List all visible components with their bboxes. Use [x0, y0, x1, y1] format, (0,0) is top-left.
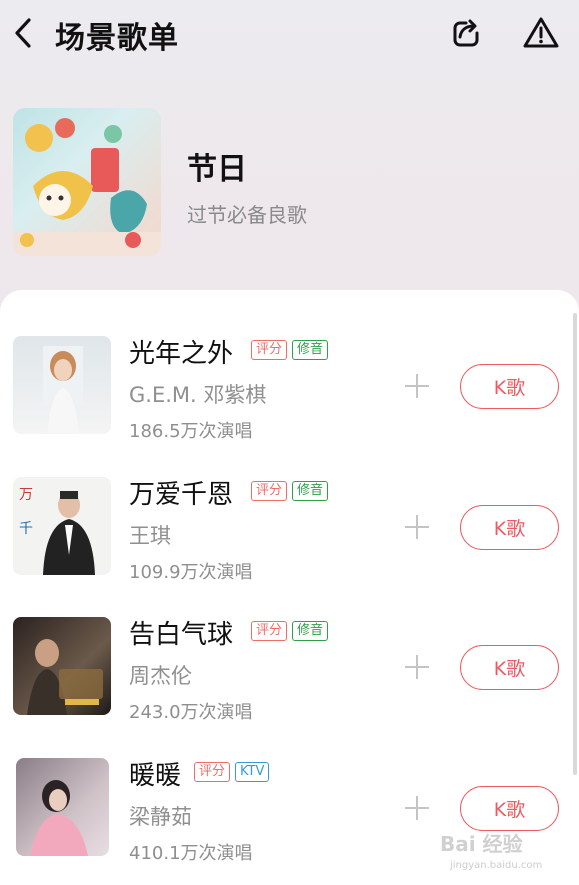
- song-row[interactable]: 光年之外 评分 修音 G.E.M. 邓紫棋 186.5万次演唱 K歌: [0, 336, 579, 446]
- play-count: 410.1万次演唱: [129, 843, 253, 864]
- song-tags: 评分 修音: [251, 621, 329, 641]
- share-button[interactable]: [448, 15, 484, 51]
- song-title: 光年之外: [129, 339, 234, 369]
- add-icon[interactable]: [403, 794, 431, 822]
- top-bar: 场景歌单: [0, 0, 579, 68]
- page-title: 场景歌单: [55, 21, 179, 56]
- song-artist: 周杰伦: [129, 664, 192, 688]
- pitch-fix-tag: 修音: [292, 481, 329, 501]
- warning-icon: [523, 17, 559, 48]
- song-title: 万爱千恩: [129, 480, 234, 510]
- k-song-button[interactable]: K歌: [460, 364, 559, 409]
- add-icon[interactable]: [403, 653, 431, 681]
- chevron-left-icon: [15, 18, 31, 48]
- svg-text:千: 千: [19, 521, 33, 537]
- play-count: 109.9万次演唱: [129, 562, 253, 583]
- score-tag: 评分: [251, 340, 288, 360]
- album-cover: [16, 758, 109, 856]
- song-tags: 评分 修音: [251, 481, 329, 501]
- add-icon[interactable]: [403, 513, 431, 541]
- report-button[interactable]: [522, 15, 560, 51]
- score-tag: 评分: [251, 621, 288, 641]
- playlist-title: 节日: [187, 152, 247, 187]
- svg-text:万: 万: [19, 487, 33, 503]
- song-artist: 王琪: [129, 524, 171, 548]
- album-cover: 万 千: [13, 477, 111, 575]
- k-song-button[interactable]: K歌: [460, 505, 559, 550]
- album-cover: [13, 336, 111, 434]
- album-cover: [13, 617, 111, 715]
- watermark-url: jingyan.baidu.com: [450, 860, 543, 871]
- share-icon: [453, 19, 479, 47]
- song-artist: G.E.M. 邓紫棋: [129, 383, 267, 407]
- song-title: 暖暖: [129, 761, 182, 791]
- song-tags: 评分 修音: [251, 340, 329, 360]
- ktv-tag: KTV: [235, 762, 270, 782]
- pitch-fix-tag: 修音: [292, 340, 329, 360]
- play-count: 186.5万次演唱: [129, 421, 253, 442]
- playlist-subtitle: 过节必备良歌: [187, 203, 307, 227]
- song-row[interactable]: 万 千 万爱千恩 评分 修音 王琪 109.9万次演唱 K歌: [0, 477, 579, 587]
- add-icon[interactable]: [403, 372, 431, 400]
- playlist-cover: [13, 108, 161, 256]
- song-artist: 梁静茹: [129, 805, 192, 829]
- score-tag: 评分: [251, 481, 288, 501]
- play-count: 243.0万次演唱: [129, 702, 253, 723]
- cover-illustration: [13, 118, 161, 256]
- song-tags: 评分 KTV: [194, 762, 270, 782]
- song-title: 告白气球: [129, 620, 234, 650]
- k-song-button[interactable]: K歌: [460, 786, 559, 831]
- back-button[interactable]: [8, 16, 38, 50]
- score-tag: 评分: [194, 762, 231, 782]
- watermark: Bai 经验: [440, 832, 523, 856]
- pitch-fix-tag: 修音: [292, 621, 329, 641]
- song-row[interactable]: 告白气球 评分 修音 周杰伦 243.0万次演唱 K歌: [0, 617, 579, 727]
- k-song-button[interactable]: K歌: [460, 645, 559, 690]
